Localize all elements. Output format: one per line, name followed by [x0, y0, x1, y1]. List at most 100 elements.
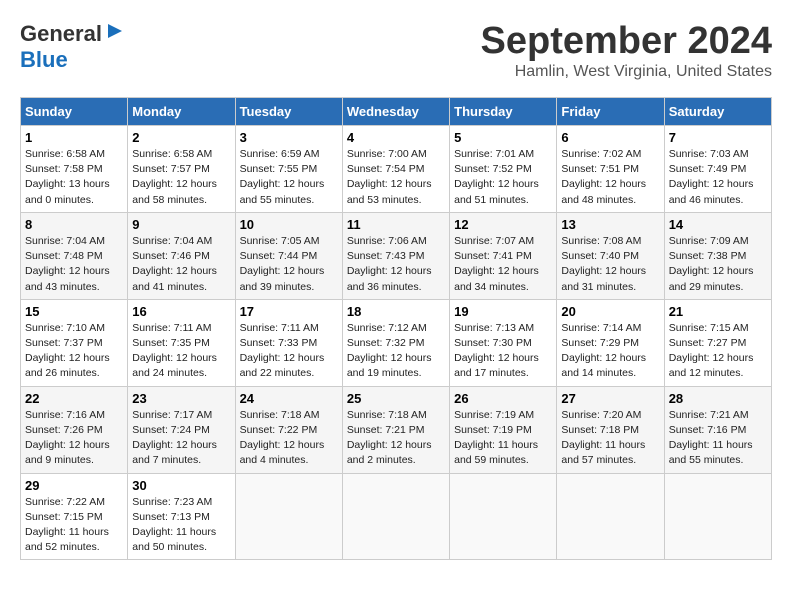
day-number: 1 [25, 130, 123, 145]
cell-content: Sunrise: 7:05 AM Sunset: 7:44 PM Dayligh… [240, 234, 338, 295]
day-number: 30 [132, 478, 230, 493]
cell-content: Sunrise: 7:16 AM Sunset: 7:26 PM Dayligh… [25, 408, 123, 469]
cell-content: Sunrise: 7:15 AM Sunset: 7:27 PM Dayligh… [669, 321, 767, 382]
cell-content: Sunrise: 7:09 AM Sunset: 7:38 PM Dayligh… [669, 234, 767, 295]
cell-content: Sunrise: 7:13 AM Sunset: 7:30 PM Dayligh… [454, 321, 552, 382]
cell-content: Sunrise: 7:18 AM Sunset: 7:21 PM Dayligh… [347, 408, 445, 469]
day-number: 12 [454, 217, 552, 232]
day-number: 11 [347, 217, 445, 232]
calendar-cell: 11 Sunrise: 7:06 AM Sunset: 7:43 PM Dayli… [342, 212, 449, 299]
calendar-cell: 1 Sunrise: 6:58 AM Sunset: 7:58 PM Daylig… [21, 126, 128, 213]
weekday-header-sunday: Sunday [21, 98, 128, 126]
cell-content: Sunrise: 7:07 AM Sunset: 7:41 PM Dayligh… [454, 234, 552, 295]
calendar-cell [342, 473, 449, 560]
cell-content: Sunrise: 6:58 AM Sunset: 7:58 PM Dayligh… [25, 147, 123, 208]
logo-general: General [20, 23, 102, 45]
calendar-cell: 16Sunrise: 7:11 AM Sunset: 7:35 PM Dayli… [128, 299, 235, 386]
cell-content: Sunrise: 7:20 AM Sunset: 7:18 PM Dayligh… [561, 408, 659, 469]
day-number: 13 [561, 217, 659, 232]
calendar-cell: 10 Sunrise: 7:05 AM Sunset: 7:44 PM Dayli… [235, 212, 342, 299]
calendar-cell: 24 Sunrise: 7:18 AM Sunset: 7:22 PM Dayli… [235, 386, 342, 473]
day-number: 14 [669, 217, 767, 232]
logo-blue: Blue [20, 47, 68, 72]
month-title: September 2024 [481, 20, 773, 63]
calendar-cell: 7 Sunrise: 7:03 AM Sunset: 7:49 PM Daylig… [664, 126, 771, 213]
cell-content: Sunrise: 7:11 AM Sunset: 7:33 PM Dayligh… [240, 321, 338, 382]
cell-content: Sunrise: 7:08 AM Sunset: 7:40 PM Dayligh… [561, 234, 659, 295]
day-number: 4 [347, 130, 445, 145]
cell-content: Sunrise: 7:12 AM Sunset: 7:32 PM Dayligh… [347, 321, 445, 382]
calendar-cell [450, 473, 557, 560]
day-number: 8 [25, 217, 123, 232]
calendar-week-2: 8 Sunrise: 7:04 AM Sunset: 7:48 PM Daylig… [21, 212, 772, 299]
calendar-cell: 26 Sunrise: 7:19 AM Sunset: 7:19 PM Dayli… [450, 386, 557, 473]
calendar-cell: 18 Sunrise: 7:12 AM Sunset: 7:32 PM Dayli… [342, 299, 449, 386]
day-number: 21 [669, 304, 767, 319]
day-number: 22 [25, 391, 123, 406]
cell-content: Sunrise: 7:19 AM Sunset: 7:19 PM Dayligh… [454, 408, 552, 469]
calendar-week-3: 15 Sunrise: 7:10 AM Sunset: 7:37 PM Dayli… [21, 299, 772, 386]
cell-content: Sunrise: 7:10 AM Sunset: 7:37 PM Dayligh… [25, 321, 123, 382]
day-number: 25 [347, 391, 445, 406]
cell-content: Sunrise: 6:58 AM Sunset: 7:57 PM Dayligh… [132, 147, 230, 208]
cell-content: Sunrise: 7:23 AM Sunset: 7:13 PM Dayligh… [132, 495, 230, 556]
day-number: 2 [132, 130, 230, 145]
day-number: 7 [669, 130, 767, 145]
calendar-cell: 23Sunrise: 7:17 AM Sunset: 7:24 PM Dayli… [128, 386, 235, 473]
calendar-cell: 4Sunrise: 7:00 AM Sunset: 7:54 PM Daylig… [342, 126, 449, 213]
day-number: 18 [347, 304, 445, 319]
calendar-cell [235, 473, 342, 560]
page-header: General Blue September 2024 Hamlin, West… [20, 20, 772, 81]
calendar-cell: 13 Sunrise: 7:08 AM Sunset: 7:40 PM Dayli… [557, 212, 664, 299]
calendar-week-5: 29 Sunrise: 7:22 AM Sunset: 7:15 PM Dayli… [21, 473, 772, 560]
weekday-header-tuesday: Tuesday [235, 98, 342, 126]
calendar-cell: 25 Sunrise: 7:18 AM Sunset: 7:21 PM Dayli… [342, 386, 449, 473]
calendar-cell: 8 Sunrise: 7:04 AM Sunset: 7:48 PM Daylig… [21, 212, 128, 299]
calendar-cell: 30 Sunrise: 7:23 AM Sunset: 7:13 PM Dayli… [128, 473, 235, 560]
calendar-week-1: 1 Sunrise: 6:58 AM Sunset: 7:58 PM Daylig… [21, 126, 772, 213]
weekday-header-thursday: Thursday [450, 98, 557, 126]
calendar-header-row: SundayMondayTuesdayWednesdayThursdayFrid… [21, 98, 772, 126]
calendar-cell [664, 473, 771, 560]
calendar-cell: 20Sunrise: 7:14 AM Sunset: 7:29 PM Dayli… [557, 299, 664, 386]
cell-content: Sunrise: 7:04 AM Sunset: 7:48 PM Dayligh… [25, 234, 123, 295]
calendar-cell: 15 Sunrise: 7:10 AM Sunset: 7:37 PM Dayli… [21, 299, 128, 386]
weekday-header-friday: Friday [557, 98, 664, 126]
day-number: 28 [669, 391, 767, 406]
day-number: 17 [240, 304, 338, 319]
weekday-header-saturday: Saturday [664, 98, 771, 126]
cell-content: Sunrise: 7:21 AM Sunset: 7:16 PM Dayligh… [669, 408, 767, 469]
calendar-cell [557, 473, 664, 560]
calendar-table: SundayMondayTuesdayWednesdayThursdayFrid… [20, 97, 772, 560]
calendar-cell: 2 Sunrise: 6:58 AM Sunset: 7:57 PM Daylig… [128, 126, 235, 213]
day-number: 15 [25, 304, 123, 319]
calendar-cell: 21 Sunrise: 7:15 AM Sunset: 7:27 PM Dayli… [664, 299, 771, 386]
cell-content: Sunrise: 7:02 AM Sunset: 7:51 PM Dayligh… [561, 147, 659, 208]
logo: General Blue [20, 20, 126, 73]
cell-content: Sunrise: 6:59 AM Sunset: 7:55 PM Dayligh… [240, 147, 338, 208]
calendar-cell: 5 Sunrise: 7:01 AM Sunset: 7:52 PM Daylig… [450, 126, 557, 213]
cell-content: Sunrise: 7:01 AM Sunset: 7:52 PM Dayligh… [454, 147, 552, 208]
title-section: September 2024 Hamlin, West Virginia, Un… [481, 20, 773, 81]
calendar-cell: 19 Sunrise: 7:13 AM Sunset: 7:30 PM Dayli… [450, 299, 557, 386]
day-number: 20 [561, 304, 659, 319]
cell-content: Sunrise: 7:22 AM Sunset: 7:15 PM Dayligh… [25, 495, 123, 556]
calendar-cell: 14 Sunrise: 7:09 AM Sunset: 7:38 PM Dayli… [664, 212, 771, 299]
day-number: 24 [240, 391, 338, 406]
day-number: 9 [132, 217, 230, 232]
cell-content: Sunrise: 7:06 AM Sunset: 7:43 PM Dayligh… [347, 234, 445, 295]
day-number: 26 [454, 391, 552, 406]
calendar-cell: 28 Sunrise: 7:21 AM Sunset: 7:16 PM Dayli… [664, 386, 771, 473]
day-number: 29 [25, 478, 123, 493]
day-number: 5 [454, 130, 552, 145]
calendar-week-4: 22 Sunrise: 7:16 AM Sunset: 7:26 PM Dayli… [21, 386, 772, 473]
cell-content: Sunrise: 7:11 AM Sunset: 7:35 PM Dayligh… [132, 321, 230, 382]
location: Hamlin, West Virginia, United States [481, 63, 773, 81]
cell-content: Sunrise: 7:18 AM Sunset: 7:22 PM Dayligh… [240, 408, 338, 469]
cell-content: Sunrise: 7:03 AM Sunset: 7:49 PM Dayligh… [669, 147, 767, 208]
cell-content: Sunrise: 7:04 AM Sunset: 7:46 PM Dayligh… [132, 234, 230, 295]
weekday-header-wednesday: Wednesday [342, 98, 449, 126]
day-number: 10 [240, 217, 338, 232]
day-number: 19 [454, 304, 552, 319]
weekday-header-monday: Monday [128, 98, 235, 126]
